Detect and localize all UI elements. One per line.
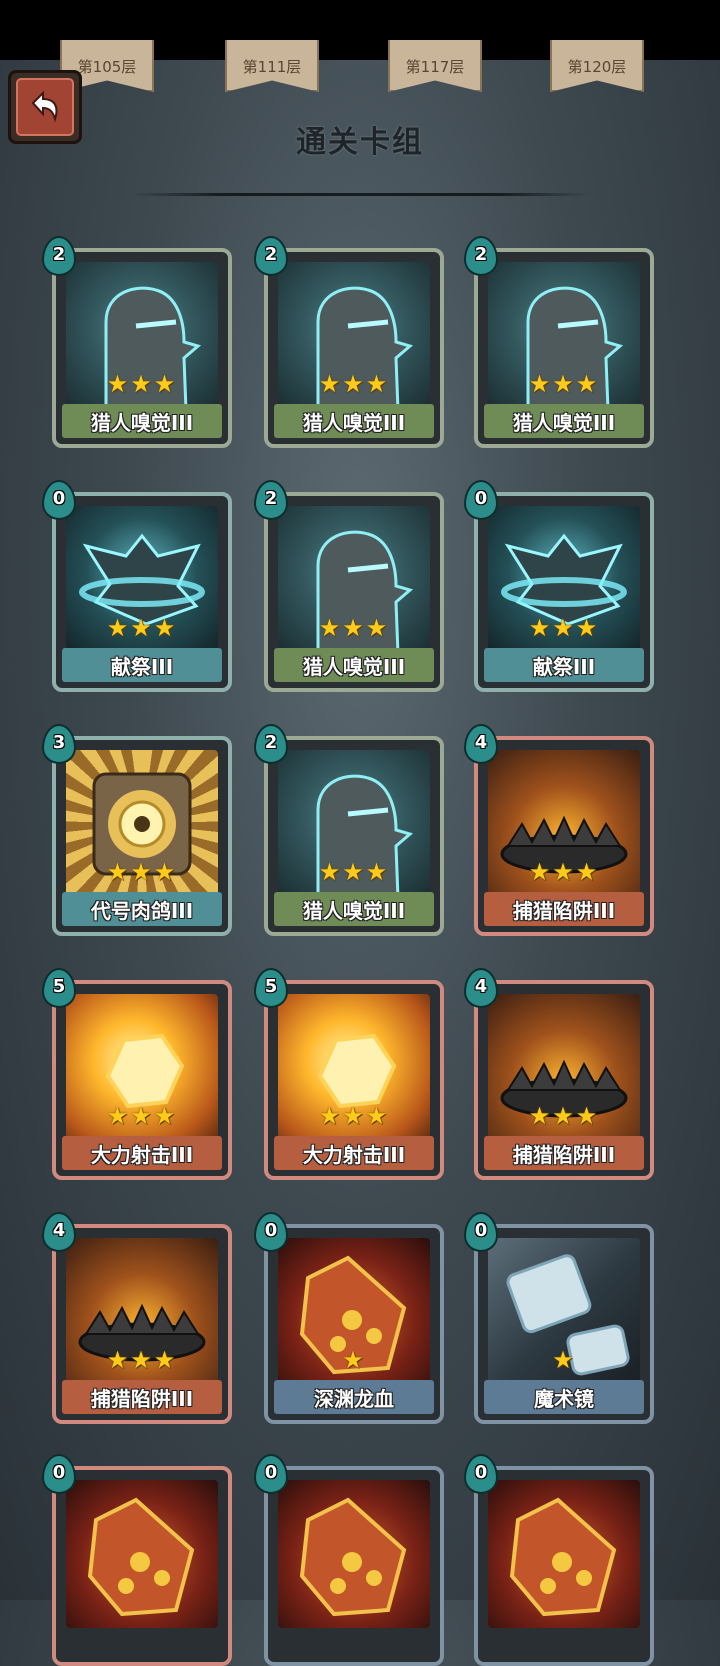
energy-cost-value: 2 — [264, 244, 278, 265]
energy-cost-value: 4 — [474, 976, 488, 997]
card-name: 大力射击III — [62, 1136, 222, 1170]
floor-banner[interactable]: 第120层 — [550, 40, 644, 92]
deck-card[interactable]: 0 — [254, 1454, 444, 1666]
energy-cost-value: 2 — [52, 244, 66, 265]
card-star-rating: ★★★ — [318, 858, 390, 886]
deck-card[interactable]: 0 — [464, 1454, 654, 1666]
energy-cost-icon: 0 — [464, 1454, 498, 1494]
deck-card[interactable]: ★★★ 猎人嗅觉III 2 — [254, 480, 444, 692]
card-name: 捕猎陷阱III — [484, 892, 644, 926]
energy-cost-value: 5 — [264, 976, 278, 997]
card-star-rating: ★★★ — [528, 614, 600, 642]
energy-cost-icon: 0 — [42, 1454, 76, 1494]
card-star-rating: ★★★ — [106, 1102, 178, 1130]
card-artwork — [488, 1480, 640, 1628]
energy-cost-value: 5 — [52, 976, 66, 997]
energy-cost-icon: 4 — [464, 968, 498, 1008]
energy-cost-icon: 5 — [254, 968, 288, 1008]
card-star-rating: ★★★ — [528, 858, 600, 886]
card-star-rating: ★ — [552, 1346, 576, 1374]
card-name: 捕猎陷阱III — [484, 1136, 644, 1170]
deck-card[interactable]: ★★★ 捕猎陷阱III 4 — [42, 1212, 232, 1424]
energy-cost-icon: 4 — [464, 724, 498, 764]
energy-cost-value: 0 — [264, 1220, 278, 1241]
card-name: 猎人嗅觉III — [274, 648, 434, 682]
deck-card[interactable]: ★★★ 大力射击III 5 — [42, 968, 232, 1180]
card-star-rating: ★★★ — [106, 370, 178, 398]
card-name: 猎人嗅觉III — [484, 404, 644, 438]
card-name: 献祭III — [62, 648, 222, 682]
energy-cost-value: 0 — [474, 1462, 488, 1483]
card-star-rating: ★★★ — [528, 1102, 600, 1130]
card-star-rating: ★★★ — [528, 370, 600, 398]
deck-card[interactable]: ★★★ 猎人嗅觉III 2 — [464, 236, 654, 448]
energy-cost-value: 0 — [474, 1220, 488, 1241]
deck-card[interactable]: ★ 魔术镜 0 — [464, 1212, 654, 1424]
title-divider — [130, 193, 590, 196]
energy-cost-icon: 0 — [254, 1212, 288, 1252]
energy-cost-value: 0 — [52, 1462, 66, 1483]
card-name: 深渊龙血 — [274, 1380, 434, 1414]
energy-cost-icon: 5 — [42, 968, 76, 1008]
card-star-rating: ★★★ — [318, 370, 390, 398]
deck-card[interactable]: ★★★ 猎人嗅觉III 2 — [254, 724, 444, 936]
page-title: 通关卡组 — [296, 125, 424, 160]
card-name: 猎人嗅觉III — [274, 404, 434, 438]
energy-cost-icon: 2 — [254, 480, 288, 520]
deck-card[interactable]: 0 — [42, 1454, 232, 1666]
card-name: 捕猎陷阱III — [62, 1380, 222, 1414]
deck-card[interactable]: ★★★ 猎人嗅觉III 2 — [42, 236, 232, 448]
energy-cost-icon: 0 — [254, 1454, 288, 1494]
energy-cost-value: 0 — [52, 488, 66, 509]
card-artwork — [66, 1480, 218, 1628]
energy-cost-value: 3 — [52, 732, 66, 753]
card-name: 魔术镜 — [484, 1380, 644, 1414]
deck-card[interactable]: ★ 深渊龙血 0 — [254, 1212, 444, 1424]
deck-card[interactable]: ★★★ 大力射击III 5 — [254, 968, 444, 1180]
energy-cost-icon: 3 — [42, 724, 76, 764]
deck-card[interactable]: ★★★ 猎人嗅觉III 2 — [254, 236, 444, 448]
energy-cost-icon: 2 — [42, 236, 76, 276]
deck-card[interactable]: ★★★ 代号肉鸽III 3 — [42, 724, 232, 936]
floor-banner-label: 第120层 — [567, 58, 627, 76]
energy-cost-icon: 2 — [254, 236, 288, 276]
card-name: 猎人嗅觉III — [274, 892, 434, 926]
card-star-rating: ★★★ — [318, 614, 390, 642]
energy-cost-value: 0 — [264, 1462, 278, 1483]
card-star-rating: ★ — [342, 1346, 366, 1374]
deck-card[interactable]: ★★★ 捕猎陷阱III 4 — [464, 724, 654, 936]
card-name: 猎人嗅觉III — [62, 404, 222, 438]
deck-card[interactable]: ★★★ 献祭III 0 — [464, 480, 654, 692]
floor-banner[interactable]: 第111层 — [225, 40, 319, 92]
energy-cost-value: 0 — [474, 488, 488, 509]
energy-cost-value: 4 — [52, 1220, 66, 1241]
card-name: 大力射击III — [274, 1136, 434, 1170]
card-star-rating: ★★★ — [106, 614, 178, 642]
energy-cost-value: 2 — [474, 244, 488, 265]
card-artwork — [278, 1480, 430, 1628]
deck-card[interactable]: ★★★ 捕猎陷阱III 4 — [464, 968, 654, 1180]
energy-cost-icon: 4 — [42, 1212, 76, 1252]
floor-banner-label: 第117层 — [405, 58, 465, 76]
energy-cost-icon: 2 — [464, 236, 498, 276]
card-name: 献祭III — [484, 648, 644, 682]
energy-cost-value: 2 — [264, 488, 278, 509]
energy-cost-icon: 0 — [42, 480, 76, 520]
card-star-rating: ★★★ — [318, 1102, 390, 1130]
energy-cost-value: 4 — [474, 732, 488, 753]
deck-card[interactable]: ★★★ 献祭III 0 — [42, 480, 232, 692]
energy-cost-icon: 0 — [464, 1212, 498, 1252]
floor-banner[interactable]: 第117层 — [388, 40, 482, 92]
card-star-rating: ★★★ — [106, 858, 178, 886]
floor-banner-label: 第111层 — [242, 58, 302, 76]
energy-cost-icon: 0 — [464, 480, 498, 520]
card-name: 代号肉鸽III — [62, 892, 222, 926]
energy-cost-icon: 2 — [254, 724, 288, 764]
energy-cost-value: 2 — [264, 732, 278, 753]
card-star-rating: ★★★ — [106, 1346, 178, 1374]
